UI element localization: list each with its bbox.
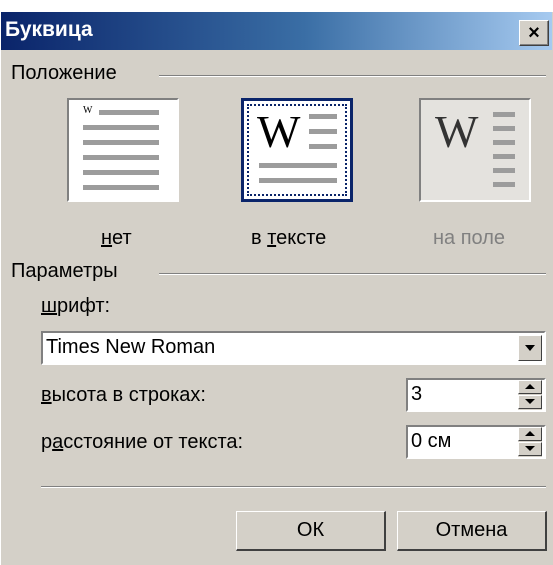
params-group-label: Параметры [11, 260, 118, 282]
dropcap-in-margin-icon: W [419, 98, 531, 202]
lines-spinner[interactable] [518, 380, 542, 410]
close-icon: × [528, 22, 540, 44]
font-dropdown-button[interactable] [518, 335, 542, 361]
arrow-down-icon [525, 446, 535, 451]
option-none-label[interactable]: нет [101, 227, 132, 250]
arrow-up-icon [525, 384, 535, 389]
cancel-button[interactable]: Отмена [397, 511, 547, 551]
dialog-title: Буквица [5, 18, 93, 41]
drop-cap-dialog: Буквица × Положение W нет W в тексте W н… [0, 12, 553, 565]
ok-button[interactable]: ОК [236, 511, 386, 551]
distance-spinner[interactable] [518, 427, 542, 457]
spin-up-button[interactable] [518, 380, 542, 394]
params-group-line [159, 273, 546, 275]
font-label: шрифт: [41, 295, 111, 317]
option-in-text-label[interactable]: в тексте [251, 227, 326, 250]
option-in-margin-label: на поле [433, 227, 506, 249]
dropcap-glyph-small: W [83, 105, 93, 116]
distance-label: расстояние от текста: [41, 431, 244, 453]
separator [41, 486, 546, 488]
chevron-down-icon [525, 345, 535, 351]
font-select-value: Times New Roman [46, 336, 216, 358]
distance-input-value: 0 см [411, 430, 452, 452]
title-bar[interactable]: Буквица × [1, 12, 552, 50]
spin-down-button[interactable] [518, 442, 542, 456]
spin-up-button[interactable] [518, 427, 542, 441]
spin-down-button[interactable] [518, 395, 542, 409]
position-group-line [159, 75, 546, 77]
arrow-up-icon [525, 431, 535, 436]
dropcap-in-text-icon[interactable]: W [241, 98, 353, 202]
lines-label: высота в строках: [41, 384, 206, 406]
dropcap-glyph-margin: W [435, 106, 479, 157]
lines-input-value: 3 [411, 383, 423, 405]
arrow-down-icon [525, 399, 535, 404]
font-select[interactable]: Times New Roman [41, 331, 546, 365]
dropcap-none-icon[interactable]: W [67, 98, 179, 202]
close-button[interactable]: × [519, 20, 549, 46]
position-group-label: Положение [11, 62, 117, 84]
dropcap-glyph: W [257, 106, 301, 157]
